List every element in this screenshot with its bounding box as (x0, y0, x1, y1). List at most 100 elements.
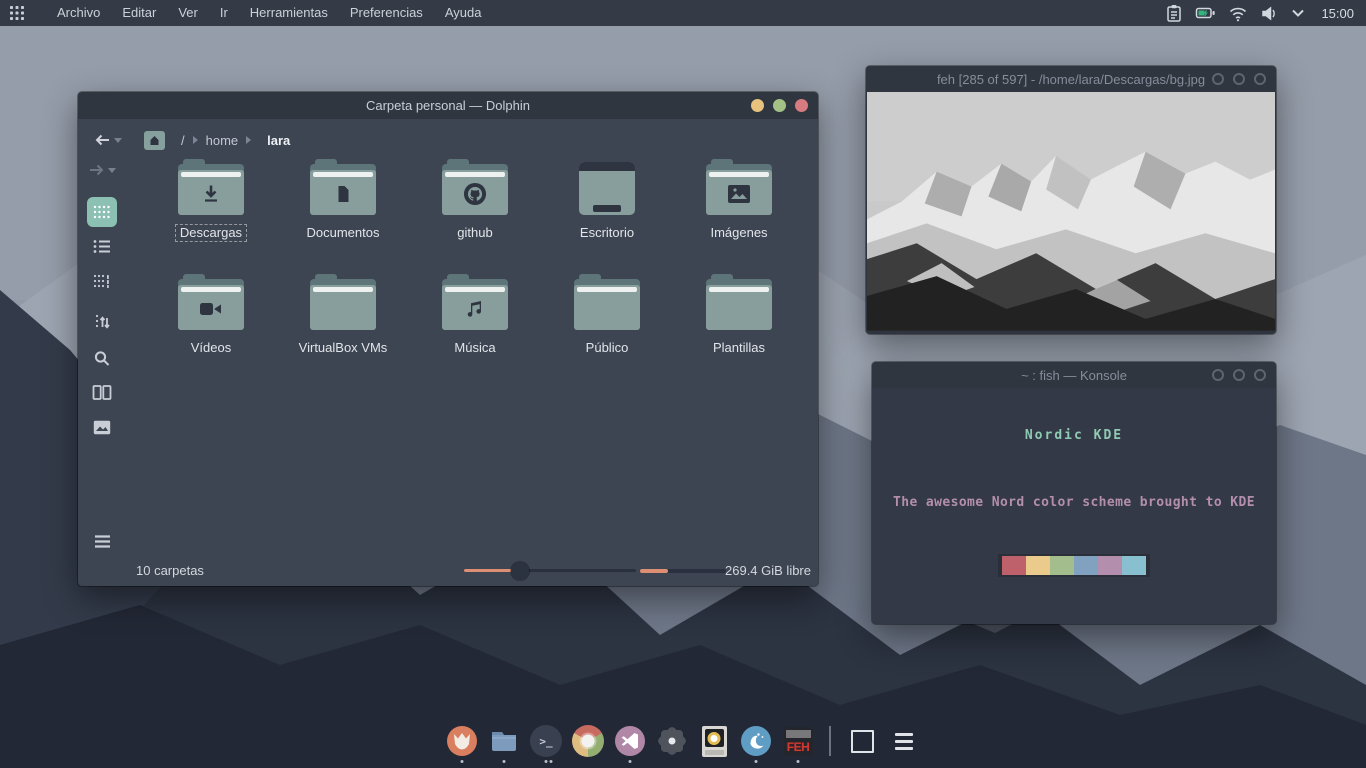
maximize-button[interactable] (1233, 73, 1245, 85)
forward-button[interactable] (88, 163, 116, 177)
terminal-output[interactable]: Nordic KDE The awesome Nord color scheme… (872, 388, 1276, 624)
dock-firefox[interactable] (445, 724, 479, 758)
feh-image-mountains (867, 92, 1275, 331)
dock-settings[interactable] (655, 724, 689, 758)
folder-label: Público (581, 339, 634, 357)
github-emblem-icon (462, 181, 488, 207)
maximize-button[interactable] (773, 99, 786, 112)
dolphin-titlebar[interactable]: Carpeta personal — Dolphin (78, 92, 818, 119)
dock-feh[interactable]: FEH (781, 724, 815, 758)
breadcrumb-current[interactable]: lara (267, 133, 290, 148)
folder-label: Música (449, 339, 500, 357)
dock: >_ FEH (445, 724, 921, 758)
close-button[interactable] (1254, 369, 1266, 381)
firefox-icon (446, 725, 478, 757)
minimize-button[interactable] (751, 99, 764, 112)
dock-terminal[interactable]: >_ (529, 724, 563, 758)
home-folder-icon[interactable] (144, 131, 165, 150)
sort-icon[interactable] (94, 314, 110, 331)
close-button[interactable] (795, 99, 808, 112)
search-icon[interactable] (94, 350, 111, 367)
clock: 15:00 (1321, 6, 1354, 21)
volume-icon[interactable] (1260, 5, 1279, 22)
folder-github[interactable]: github (409, 159, 541, 242)
folder-label: Vídeos (186, 339, 236, 357)
icons-view-icon (87, 197, 117, 227)
breadcrumb-separator-icon (193, 136, 198, 144)
desktop-icon (574, 159, 640, 215)
hamburger-menu-icon (895, 733, 913, 750)
music-emblem-icon (464, 298, 486, 320)
zoom-slider-knob[interactable] (511, 562, 529, 580)
app-launcher-icon[interactable] (10, 6, 24, 20)
folder-label: Documentos (302, 224, 385, 242)
control-menu-icon[interactable] (94, 535, 111, 548)
details-view-icon[interactable] (93, 239, 111, 254)
dock-night-app[interactable] (739, 724, 773, 758)
dock-file-manager[interactable] (487, 724, 521, 758)
minimize-button[interactable] (1212, 73, 1224, 85)
preview-icon[interactable] (93, 420, 111, 435)
menu-ayuda[interactable]: Ayuda (434, 0, 493, 26)
palette-swatch-purple (1098, 556, 1122, 575)
chevron-down-icon[interactable] (1291, 8, 1305, 18)
folder-icon (488, 725, 520, 757)
battery-icon[interactable] (1195, 4, 1216, 22)
folder-imagenes[interactable]: Imágenes (673, 159, 805, 242)
konsole-window: ~ : fish — Konsole Nordic KDE The awesom… (872, 362, 1276, 624)
chromium-icon (572, 725, 604, 757)
dock-menu[interactable] (887, 724, 921, 758)
breadcrumb-home[interactable]: home (206, 133, 239, 148)
folder-label: VirtualBox VMs (294, 339, 393, 357)
dolphin-title: Carpeta personal — Dolphin (366, 98, 530, 113)
menu-ver[interactable]: Ver (167, 0, 209, 26)
folder-virtualbox-vms[interactable]: VirtualBox VMs (277, 274, 409, 357)
palette-swatch-yellow (1026, 556, 1050, 575)
menu-preferencias[interactable]: Preferencias (339, 0, 434, 26)
folder-videos[interactable]: Vídeos (145, 274, 277, 357)
document-emblem-icon (332, 183, 354, 205)
folder-plantillas[interactable]: Plantillas (673, 274, 805, 357)
breadcrumb-root[interactable]: / (181, 133, 185, 148)
zoom-slider[interactable] (464, 569, 636, 572)
maximize-button[interactable] (1233, 369, 1245, 381)
terminal-heading: Nordic KDE (872, 428, 1276, 443)
folder-musica[interactable]: Música (409, 274, 541, 357)
free-space-label: 269.4 GiB libre (725, 563, 811, 578)
breadcrumb-separator-icon (246, 136, 251, 144)
palette-swatch-blue (1074, 556, 1098, 575)
menu-herramientas[interactable]: Herramientas (239, 0, 339, 26)
menu-editar[interactable]: Editar (111, 0, 167, 26)
close-button[interactable] (1254, 73, 1266, 85)
menu-ir[interactable]: Ir (209, 0, 239, 26)
minimize-button[interactable] (1212, 369, 1224, 381)
dock-chromium[interactable] (571, 724, 605, 758)
folder-documentos[interactable]: Documentos (277, 159, 409, 242)
compact-view-icon[interactable] (93, 274, 111, 289)
dock-show-desktop[interactable] (845, 724, 879, 758)
folder-publico[interactable]: Público (541, 274, 673, 357)
palette-swatch-green (1050, 556, 1074, 575)
clipboard-icon[interactable] (1165, 4, 1183, 23)
dock-vscode[interactable] (613, 724, 647, 758)
wifi-icon[interactable] (1228, 5, 1248, 22)
feh-icon: FEH (784, 727, 813, 756)
feh-titlebar[interactable]: feh [285 of 597] - /home/lara/Descargas/… (866, 66, 1276, 92)
folder-descargas[interactable]: Descargas (145, 159, 277, 242)
download-emblem-icon (200, 183, 222, 205)
free-space-bar (640, 569, 726, 573)
icons-view-button[interactable] (87, 197, 117, 227)
folder-label: Escritorio (575, 224, 639, 242)
split-view-icon[interactable] (93, 385, 112, 400)
menu-archivo[interactable]: Archivo (46, 0, 111, 26)
palette-swatch-cyan (1122, 556, 1146, 575)
items-count: 10 carpetas (136, 563, 204, 578)
folder-escritorio[interactable]: Escritorio (541, 159, 673, 242)
forward-history-caret-icon[interactable] (108, 168, 116, 173)
folder-label: Imágenes (705, 224, 772, 242)
dock-media-player[interactable] (697, 724, 731, 758)
konsole-titlebar[interactable]: ~ : fish — Konsole (872, 362, 1276, 388)
terminal-icon: >_ (530, 725, 562, 757)
dock-separator (829, 726, 831, 756)
dolphin-toolbar (78, 119, 126, 556)
